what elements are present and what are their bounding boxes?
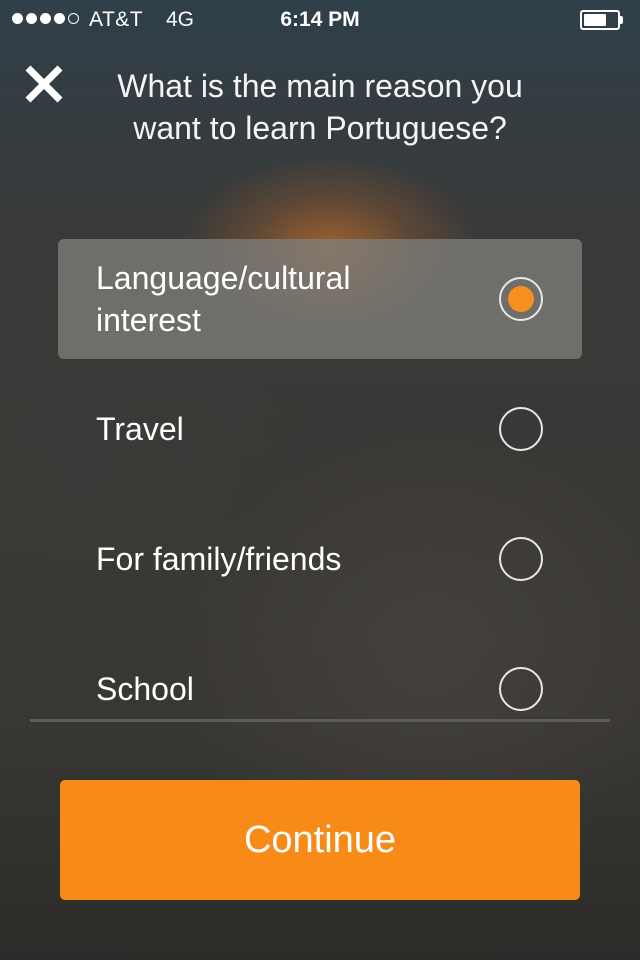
close-button[interactable] [22,62,66,106]
continue-button[interactable]: Continue [60,780,580,900]
option-language-cultural-interest[interactable]: Language/cultural interest [58,239,582,359]
answer-options-list: Language/cultural interest Travel For fa… [58,239,582,711]
radio-unselected-icon[interactable] [499,667,543,711]
option-travel[interactable]: Travel [58,369,582,489]
option-label: Language/cultural interest [96,260,351,338]
option-label: Travel [96,411,184,447]
battery-icon [580,10,623,30]
question-title: What is the main reason you want to lear… [117,68,523,146]
option-school[interactable]: School [58,629,582,749]
radio-selected-icon[interactable] [499,277,543,321]
status-time: 6:14 PM [280,8,360,31]
list-divider [30,719,610,722]
option-label: School [96,671,194,707]
option-label: For family/friends [96,541,342,577]
status-bar: AT&T 4G 6:14 PM [0,0,640,40]
option-family-friends[interactable]: For family/friends [58,499,582,619]
radio-unselected-icon[interactable] [499,537,543,581]
close-icon [25,65,63,103]
radio-unselected-icon[interactable] [499,407,543,451]
